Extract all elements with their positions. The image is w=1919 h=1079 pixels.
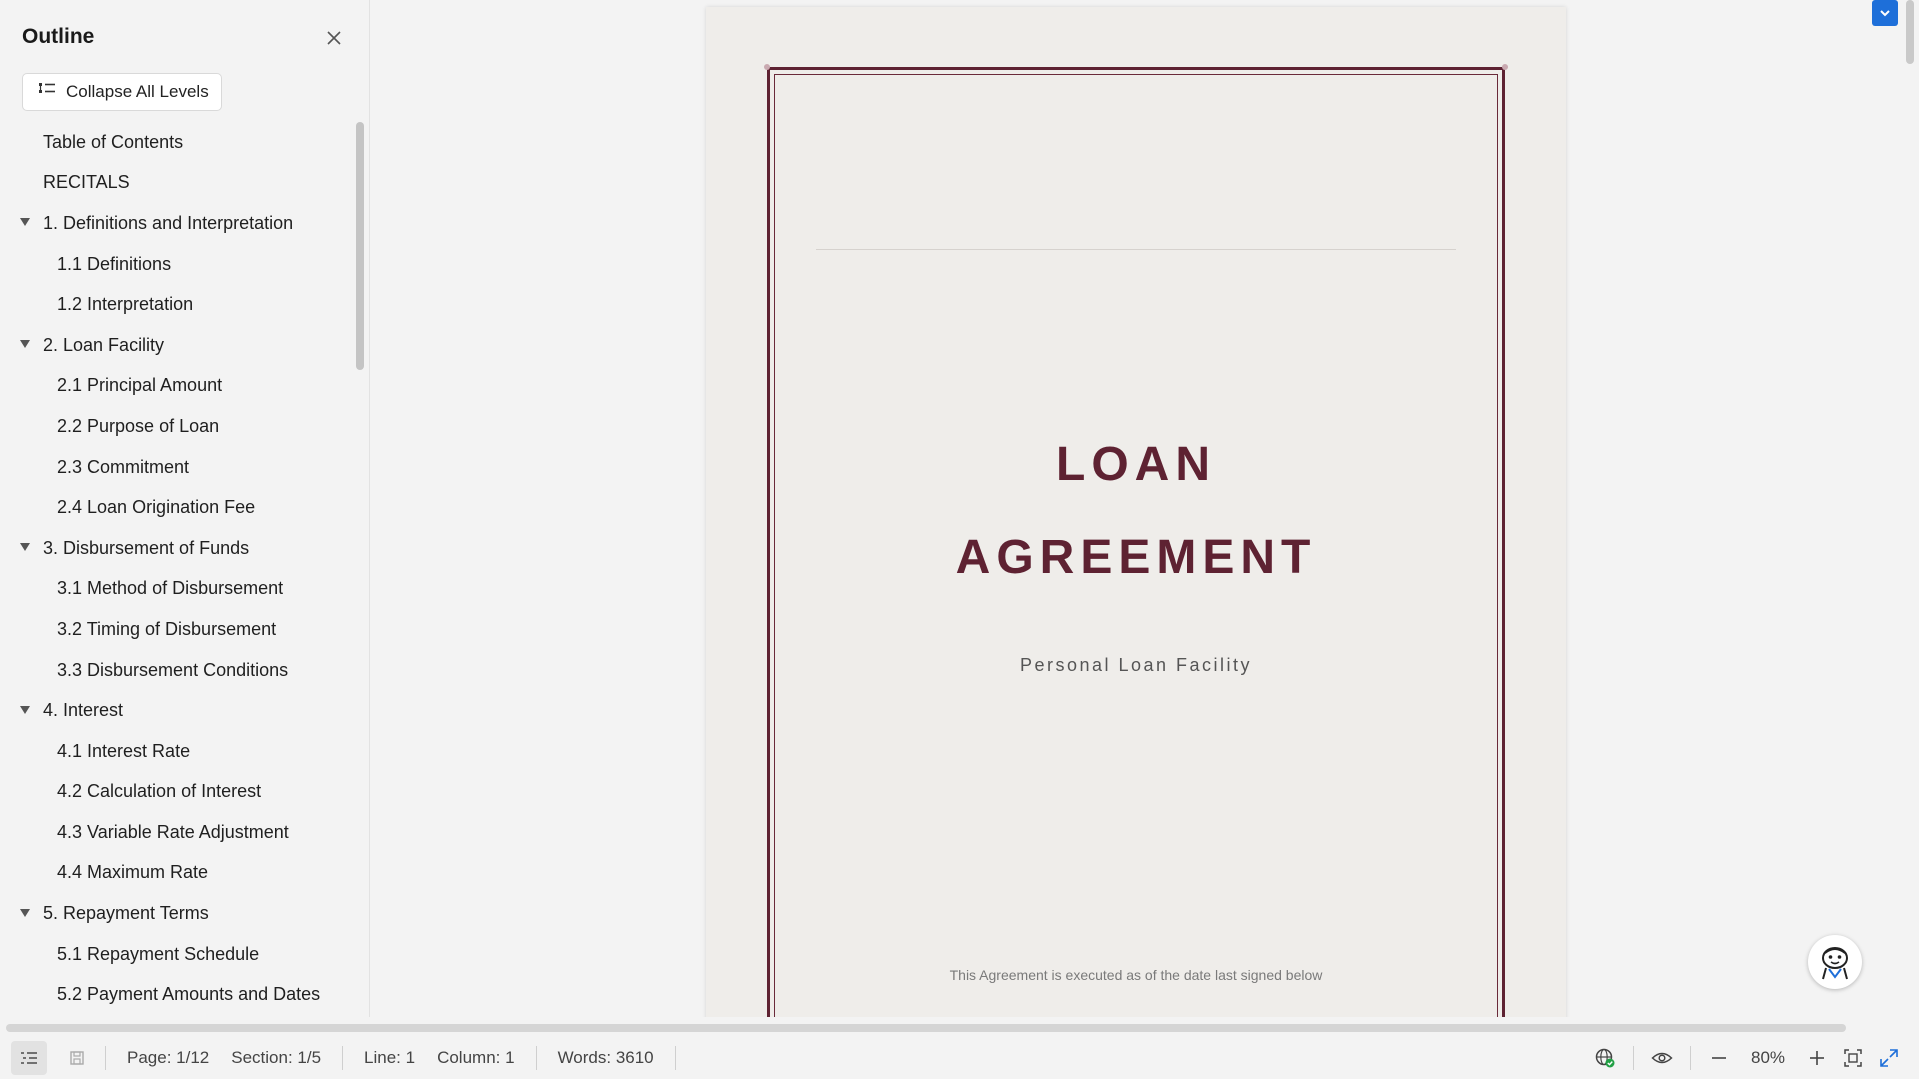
eye-icon[interactable] (1644, 1041, 1680, 1075)
section-indicator: Section: 1/5 (231, 1048, 322, 1067)
assistant-mascot-icon[interactable] (1808, 935, 1862, 989)
document-area: LOAN AGREEMENT Personal Loan Facility Th… (371, 0, 1919, 1017)
status-separator (1690, 1046, 1691, 1070)
outline-item[interactable]: 5.2 Payment Amounts and Dates (0, 974, 350, 1015)
outline-item-label: 3.3 Disbursement Conditions (57, 659, 289, 680)
outline-item[interactable]: 2. Loan Facility (0, 325, 350, 366)
horizontal-scrollbar[interactable] (6, 1024, 1846, 1032)
document-page[interactable]: LOAN AGREEMENT Personal Loan Facility Th… (706, 7, 1566, 1017)
status-separator (1633, 1046, 1634, 1070)
outline-item[interactable]: 5.1 Repayment Schedule (0, 934, 350, 975)
document-title-line2: AGREEMENT (955, 531, 1317, 584)
outline-item[interactable]: 2.4 Loan Origination Fee (0, 487, 350, 528)
caret-down-icon[interactable] (20, 543, 30, 552)
outline-item[interactable]: 4.3 Variable Rate Adjustment (0, 812, 350, 853)
outline-item-label: 4. Interest (43, 700, 124, 721)
outline-item[interactable]: Table of Contents (0, 122, 350, 163)
globe-check-icon[interactable] (1587, 1041, 1623, 1075)
close-icon[interactable] (322, 26, 346, 50)
outline-item[interactable]: 4. Interest (0, 690, 350, 731)
execution-note: This Agreement is executed as of the dat… (949, 967, 1323, 983)
minus-icon[interactable] (1701, 1041, 1737, 1075)
caret-down-icon[interactable] (20, 218, 30, 227)
caret-down-icon[interactable] (20, 340, 30, 349)
outline-item[interactable]: 4.4 Maximum Rate (0, 853, 350, 894)
outline-item[interactable]: 4.2 Calculation of Interest (0, 772, 350, 813)
outline-item-label: 4.1 Interest Rate (57, 740, 191, 761)
status-separator (342, 1046, 344, 1070)
outline-item-label: RECITALS (43, 172, 130, 193)
line-indicator: Line: 1 (364, 1048, 416, 1067)
sidebar-scrollbar[interactable] (356, 122, 364, 370)
status-bar-right: 80% (1587, 1037, 1919, 1079)
document-title-line1: LOAN (1056, 438, 1216, 491)
outline-item-label: 2.4 Loan Origination Fee (57, 497, 256, 518)
outline-sidebar: Outline Collapse All Levels Table of Con… (0, 0, 370, 1017)
document-subtitle: Personal Loan Facility (1019, 655, 1253, 675)
border-corner (764, 64, 770, 70)
outline-item-label: 4.2 Calculation of Interest (57, 781, 262, 802)
outline-item[interactable]: 3.3 Disbursement Conditions (0, 650, 350, 691)
outline-item-label: 4.4 Maximum Rate (57, 862, 209, 883)
outline-item[interactable]: 3.2 Timing of Disbursement (0, 609, 350, 650)
outline-item[interactable]: 5. Repayment Terms (0, 893, 350, 934)
outline-item[interactable]: 4.1 Interest Rate (0, 731, 350, 772)
status-bar: Page: 1/12 Section: 1/5 Line: 1 Column: … (0, 1037, 1919, 1079)
outline-item[interactable]: RECITALS (0, 163, 350, 204)
caret-down-icon[interactable] (20, 705, 30, 714)
outline-item-label: Table of Contents (43, 131, 184, 152)
editor-window: Outline Collapse All Levels Table of Con… (0, 0, 1919, 1079)
outline-item-label: 2.1 Principal Amount (57, 375, 223, 396)
sidebar-title: Outline (22, 25, 95, 48)
word-count[interactable]: Words: 3610 (547, 1048, 665, 1068)
outline-item-label: 3.2 Timing of Disbursement (57, 618, 277, 639)
outline-item-label: 3.1 Method of Disbursement (57, 578, 284, 599)
outline-item[interactable]: 2.1 Principal Amount (0, 366, 350, 407)
status-separator (105, 1046, 106, 1070)
outline-item-label: 5. Repayment Terms (43, 903, 209, 924)
plus-icon[interactable] (1799, 1041, 1835, 1075)
save-icon[interactable] (59, 1041, 95, 1075)
caret-down-icon[interactable] (20, 908, 30, 917)
outline-item-label: 5.1 Repayment Schedule (57, 943, 260, 964)
status-separator (535, 1046, 537, 1070)
outline-item-label: 1.2 Interpretation (57, 294, 194, 315)
outline-item-label: 3. Disbursement of Funds (43, 537, 250, 558)
outline-tree: Table of Contents RECITALS 1. Definitions … (0, 122, 350, 1017)
outline-item[interactable]: 1.2 Interpretation (0, 284, 350, 325)
fit-page-icon[interactable] (1835, 1041, 1871, 1075)
outline-item-label: 4.3 Variable Rate Adjustment (57, 821, 289, 842)
outline-item-label: 1. Definitions and Interpretation (43, 212, 294, 233)
outline-item-label: 2. Loan Facility (43, 334, 165, 355)
status-separator (674, 1046, 676, 1070)
zoom-level[interactable]: 80% (1737, 1048, 1799, 1068)
outline-panel-icon[interactable] (11, 1041, 47, 1075)
page-indicator[interactable]: Page: 1/12 (116, 1048, 220, 1068)
outline-item-label: 1.1 Definitions (57, 253, 172, 274)
column-indicator: Column: 1 (437, 1048, 515, 1067)
collapse-all-levels-label: Collapse All Levels (66, 82, 209, 101)
border-corner (1502, 64, 1508, 70)
outline-item[interactable]: 2.2 Purpose of Loan (0, 406, 350, 447)
outline-item-label: 5.2 Payment Amounts and Dates (57, 984, 321, 1005)
collapse-all-levels-button[interactable]: Collapse All Levels (22, 73, 222, 111)
outline-item[interactable]: 3. Disbursement of Funds (0, 528, 350, 569)
outline-item[interactable]: 3.1 Method of Disbursement (0, 569, 350, 610)
outline-item-label: 2.2 Purpose of Loan (57, 415, 220, 436)
fullscreen-icon[interactable] (1871, 1041, 1907, 1075)
outline-item-label: 2.3 Commitment (57, 456, 190, 477)
outline-item[interactable]: 1. Definitions and Interpretation (0, 203, 350, 244)
chevron-down-icon[interactable] (1872, 0, 1898, 26)
outline-item[interactable]: 2.3 Commitment (0, 447, 350, 488)
collapse-levels-icon (37, 81, 57, 104)
outline-item[interactable]: 1.1 Definitions (0, 244, 350, 285)
vertical-scrollbar[interactable] (1906, 0, 1914, 64)
title-rule (816, 249, 1456, 250)
